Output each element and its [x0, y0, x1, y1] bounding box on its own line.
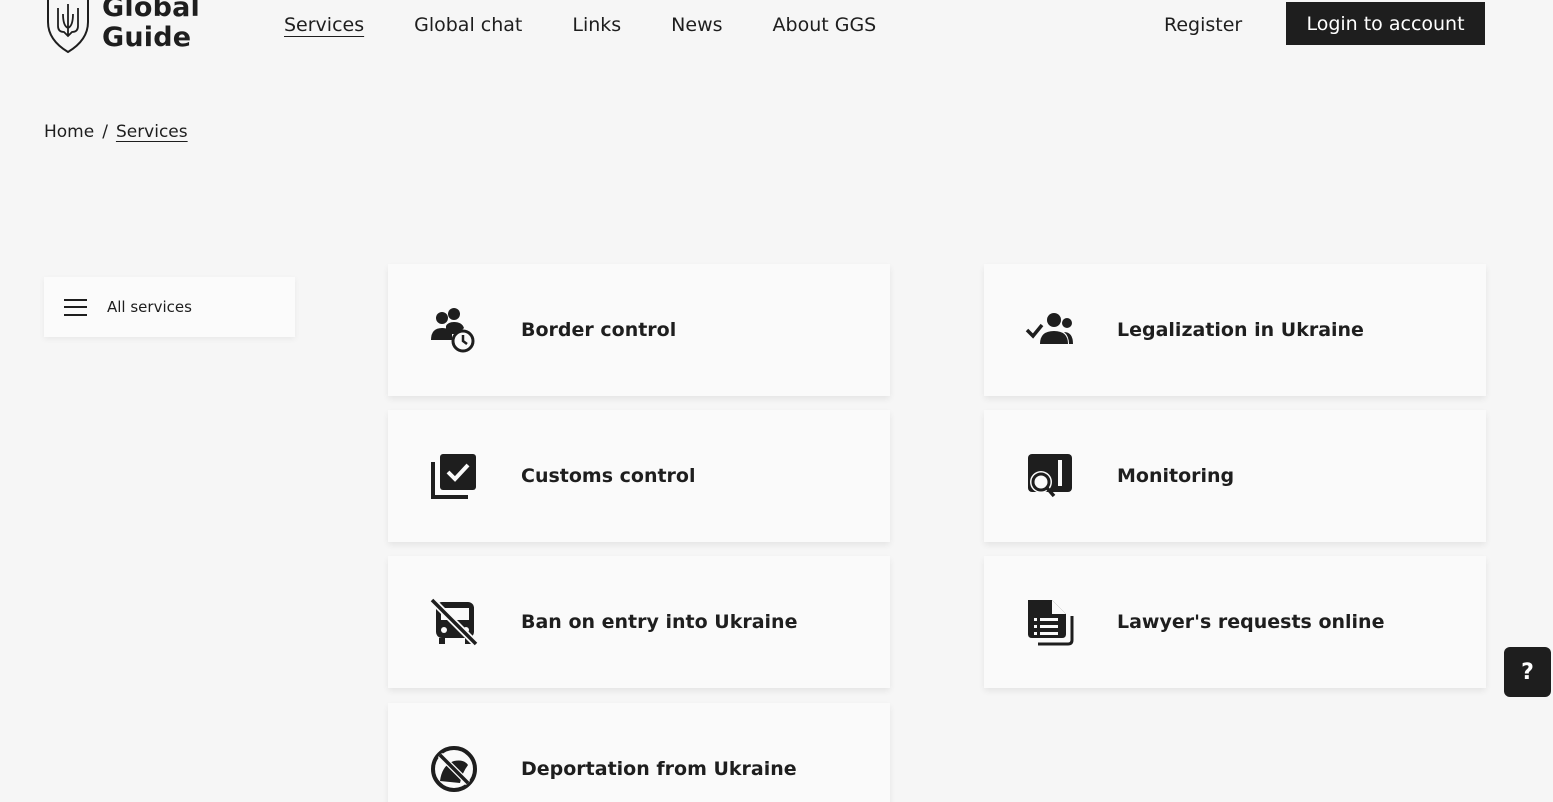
- nav-about-ggs[interactable]: About GGS: [773, 12, 877, 38]
- breadcrumb-home[interactable]: Home: [44, 122, 94, 142]
- service-title: Deportation from Ukraine: [521, 758, 797, 780]
- service-title: Legalization in Ukraine: [1117, 319, 1364, 341]
- breadcrumb: Home / Services: [44, 122, 188, 142]
- nav-links[interactable]: Links: [572, 12, 621, 38]
- service-card-lawyers-requests[interactable]: Lawyer's requests online: [984, 556, 1486, 688]
- service-card-legalization[interactable]: Legalization in Ukraine: [984, 264, 1486, 396]
- service-title: Lawyer's requests online: [1117, 611, 1385, 633]
- nav-news[interactable]: News: [671, 12, 722, 38]
- service-card-monitoring[interactable]: Monitoring: [984, 410, 1486, 542]
- service-title: Monitoring: [1117, 465, 1235, 487]
- help-button[interactable]: ?: [1504, 647, 1551, 697]
- checklist-icon: [428, 450, 480, 502]
- no-bus-icon: [428, 596, 480, 648]
- service-card-ban-on-entry[interactable]: Ban on entry into Ukraine: [388, 556, 890, 688]
- documents-icon: [1024, 596, 1076, 648]
- search-document-icon: [1024, 450, 1076, 502]
- all-services-label: All services: [107, 298, 192, 316]
- menu-icon: [64, 298, 87, 316]
- nav-global-chat[interactable]: Global chat: [414, 12, 522, 38]
- service-title: Ban on entry into Ukraine: [521, 611, 798, 633]
- logo-line-2: Guide: [102, 22, 192, 53]
- register-link[interactable]: Register: [1164, 12, 1242, 38]
- logo-line-1: Global: [102, 0, 200, 23]
- all-services-button[interactable]: All services: [44, 277, 295, 337]
- breadcrumb-separator: /: [102, 122, 108, 142]
- service-card-border-control[interactable]: Border control: [388, 264, 890, 396]
- breadcrumb-current[interactable]: Services: [116, 122, 188, 142]
- trident-shield-icon: [47, 0, 89, 54]
- header: Global Guide Services Global chat Links …: [0, 0, 1553, 70]
- service-card-deportation[interactable]: Deportation from Ukraine: [388, 703, 890, 802]
- no-entry-icon: [428, 743, 480, 795]
- nav-services[interactable]: Services: [284, 12, 364, 38]
- logo-text: Global Guide: [102, 0, 200, 53]
- main-nav: Services Global chat Links News About GG…: [284, 12, 926, 38]
- service-card-customs-control[interactable]: Customs control: [388, 410, 890, 542]
- people-check-icon: [1024, 304, 1076, 356]
- service-title: Customs control: [521, 465, 696, 487]
- login-button[interactable]: Login to account: [1286, 2, 1485, 45]
- service-title: Border control: [521, 319, 677, 341]
- logo[interactable]: Global Guide: [42, 0, 200, 54]
- people-clock-icon: [428, 304, 480, 356]
